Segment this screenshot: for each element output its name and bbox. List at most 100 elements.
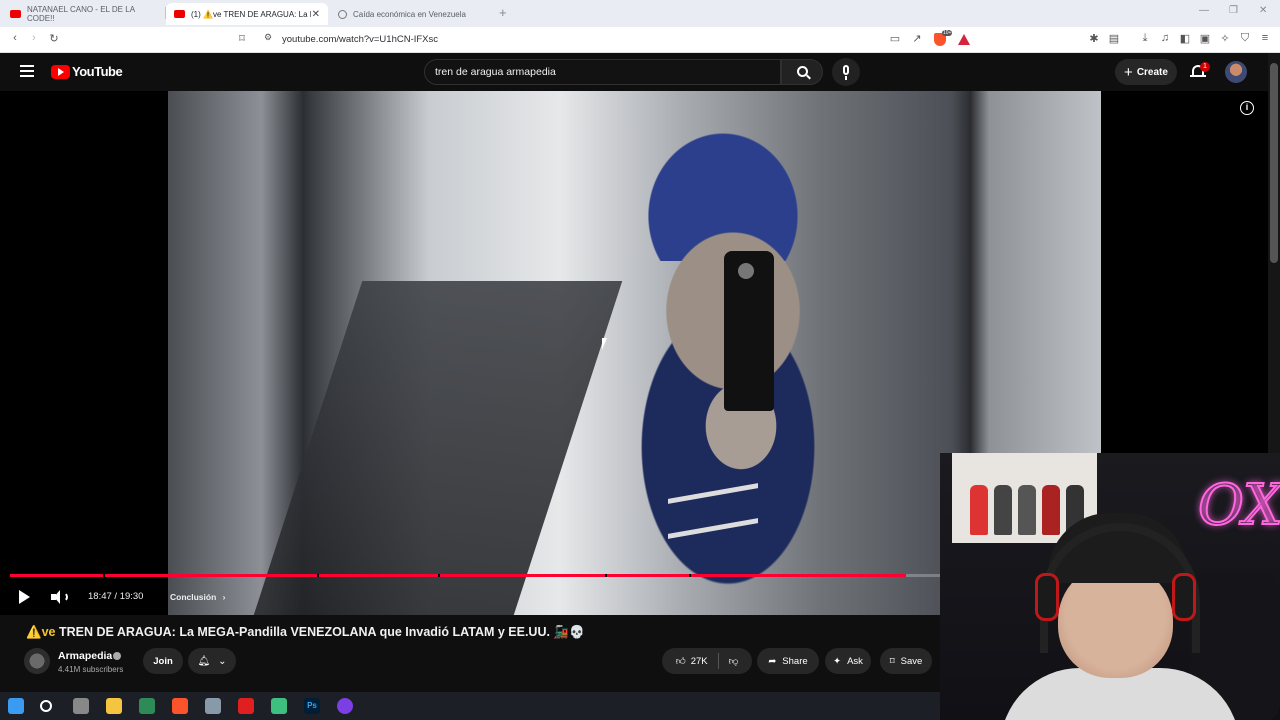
file-explorer-icon[interactable] xyxy=(106,698,122,714)
ask-label: Ask xyxy=(847,655,863,667)
bell-base xyxy=(1190,75,1206,77)
reload-icon[interactable]: ↻ xyxy=(47,32,61,45)
page-scrollbar[interactable] xyxy=(1268,53,1280,453)
youtube-logo[interactable]: YouTube xyxy=(51,64,123,79)
app-icon[interactable] xyxy=(205,698,221,714)
brave-rewards-icon[interactable] xyxy=(958,34,970,45)
back-icon[interactable]: ‹ xyxy=(8,32,22,44)
like-dislike-group: 👍︎ 27K 👎︎ xyxy=(662,648,752,674)
extensions-icon[interactable]: ✱ xyxy=(1087,32,1101,45)
ask-button[interactable]: ✦ Ask xyxy=(825,648,871,674)
restore-icon[interactable]: ❐ xyxy=(1229,5,1238,16)
chapter-marker xyxy=(437,574,440,577)
volume-icon[interactable] xyxy=(51,590,68,604)
progress-bar[interactable] xyxy=(10,574,940,577)
create-button[interactable]: + Create xyxy=(1115,59,1177,85)
save-button[interactable]: ⌑ Save xyxy=(880,648,932,674)
headset-earcup-right xyxy=(1172,573,1196,621)
share-page-icon[interactable]: ↗ xyxy=(910,32,924,45)
like-count: 27K xyxy=(690,655,708,667)
chapter-marker xyxy=(103,574,105,577)
dislike-button-icon[interactable]: 👎︎ xyxy=(729,655,739,667)
leo-ai-icon[interactable]: ✧ xyxy=(1218,32,1232,45)
app-green-icon[interactable] xyxy=(271,698,287,714)
photoshop-icon[interactable]: Ps xyxy=(304,698,320,714)
headset-earcup-left xyxy=(1035,573,1059,621)
bookmark-icon[interactable]: ⌑ xyxy=(235,32,249,45)
plus-icon: + xyxy=(1124,63,1133,81)
player-controls: 18:47 / 19:30 Conclusión › xyxy=(0,584,940,610)
webcam-figure xyxy=(970,485,988,535)
wallet-icon[interactable]: ▣ xyxy=(1198,32,1212,45)
video-title-text: TREN DE ARAGUA: La MEGA-Pandilla VENEZOL… xyxy=(58,625,585,639)
tab-label: NATANAEL CANO - EL DE LA CODE!! xyxy=(27,5,135,23)
browser-tab-natanael[interactable]: NATANAEL CANO - EL DE LA CODE!! xyxy=(2,3,164,25)
site-settings-icon[interactable]: ⚙ xyxy=(261,32,275,43)
browser-tab-tren-de-aragua[interactable]: (1) ⚠️ve TREN DE ARAGUA: La M ✕ xyxy=(166,3,328,25)
browser-tab-caida-economica[interactable]: Caída económica en Venezuela xyxy=(330,3,492,25)
account-avatar[interactable] xyxy=(1225,61,1247,83)
task-view-icon[interactable] xyxy=(73,698,89,714)
neon-sign: OX xyxy=(1197,472,1280,539)
youtube-favicon-icon xyxy=(174,10,185,18)
downloads-icon[interactable]: ⤓ xyxy=(1138,32,1152,45)
save-label: Save xyxy=(900,655,923,667)
chapter-marker xyxy=(316,574,319,577)
scrollbar-thumb[interactable] xyxy=(1270,63,1278,263)
new-tab-button[interactable]: + xyxy=(499,5,507,20)
taskbar-search-icon[interactable] xyxy=(40,700,52,712)
search-input[interactable] xyxy=(425,60,780,84)
guide-menu-icon[interactable] xyxy=(20,65,34,77)
search-button[interactable] xyxy=(781,59,823,85)
chevron-down-icon: ⌄ xyxy=(218,655,227,667)
volume-wave xyxy=(60,592,68,602)
join-button[interactable]: Join xyxy=(143,648,183,674)
store-icon[interactable] xyxy=(139,698,155,714)
brave-browser-icon[interactable] xyxy=(172,698,188,714)
sparkle-icon: ✦ xyxy=(833,655,842,667)
channel-avatar[interactable] xyxy=(24,648,50,674)
chapter-button[interactable]: Conclusión › xyxy=(170,592,226,602)
video-info-icon[interactable]: i xyxy=(1240,101,1254,115)
tab-label: (1) ⚠️ve TREN DE ARAGUA: La M xyxy=(191,9,311,19)
webcam-figure xyxy=(994,485,1012,535)
thumbs-up-icon: 👍︎ xyxy=(675,656,686,667)
voice-search-button[interactable] xyxy=(832,58,860,86)
forward-icon[interactable]: › xyxy=(27,32,41,44)
like-divider xyxy=(717,653,719,669)
channel-name[interactable]: Armapedia xyxy=(58,650,112,662)
windows-taskbar: Ps xyxy=(0,692,940,720)
youtube-logo-text: YouTube xyxy=(72,64,123,79)
vpn-icon[interactable]: ⛉ xyxy=(1238,32,1252,45)
browser-tab-strip: NATANAEL CANO - EL DE LA CODE!! (1) ⚠️ve… xyxy=(0,0,1280,27)
share-icon: ➦ xyxy=(768,655,777,667)
chapter-title: Conclusión xyxy=(170,592,217,602)
cast-icon[interactable]: ▭ xyxy=(888,32,902,45)
play-button-icon[interactable] xyxy=(19,590,30,604)
minimize-icon[interactable]: — xyxy=(1199,5,1209,16)
sidebar-icon[interactable]: ◧ xyxy=(1178,32,1192,45)
youtube-header: YouTube + Create xyxy=(0,53,1268,91)
like-button[interactable]: 👍︎ 27K xyxy=(675,655,708,668)
mouse-cursor-icon xyxy=(602,338,607,350)
share-button[interactable]: ➦ Share xyxy=(757,648,819,674)
verified-badge-icon xyxy=(113,652,121,660)
webcam-overlay: OX xyxy=(940,453,1280,720)
search-icon-handle xyxy=(806,74,811,80)
browser-toolbar: ‹ › ↻ ⌑ ⚙ youtube.com/watch?v=U1hCN-IFXs… xyxy=(0,27,1280,53)
video-title: ⚠️ve TREN DE ARAGUA: La MEGA-Pandilla VE… xyxy=(26,625,585,640)
close-tab-icon[interactable]: ✕ xyxy=(312,9,320,20)
address-bar-url[interactable]: youtube.com/watch?v=U1hCN-IFXsc xyxy=(282,34,438,45)
windows-start-icon[interactable] xyxy=(8,698,24,714)
tab-search-icon[interactable]: ▤ xyxy=(1107,32,1121,45)
subscription-notifications-button[interactable]: 🔔︎ ⌄ xyxy=(188,648,236,674)
video-metadata: ⚠️ve TREN DE ARAGUA: La MEGA-Pandilla VE… xyxy=(0,615,940,692)
media-icon[interactable]: ♫ xyxy=(1158,32,1172,44)
progress-bar-played xyxy=(10,574,906,577)
menu-icon[interactable]: ≡ xyxy=(1258,32,1272,44)
app-red-icon[interactable] xyxy=(238,698,254,714)
video-scene-seat xyxy=(253,281,623,615)
youtube-play-logo-icon xyxy=(51,64,70,79)
close-window-icon[interactable]: ✕ xyxy=(1259,5,1267,16)
app-purple-icon[interactable] xyxy=(337,698,353,714)
